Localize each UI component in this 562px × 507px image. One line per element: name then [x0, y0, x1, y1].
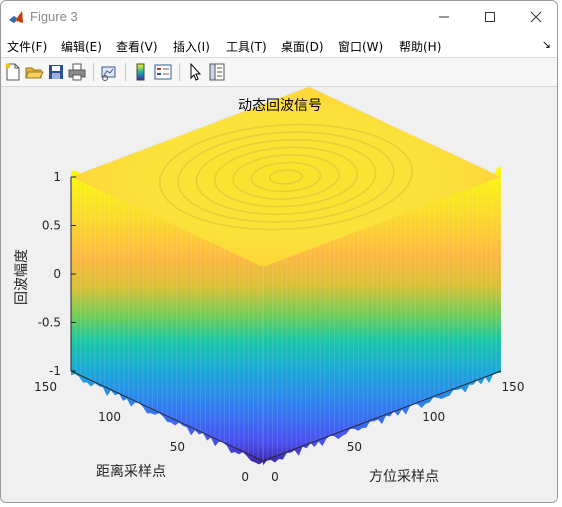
close-button[interactable]: [513, 1, 557, 33]
legend-icon[interactable]: [153, 62, 173, 82]
toolbar: [1, 57, 557, 87]
x-tick-label: 50: [347, 440, 362, 454]
z-tick-label: -1: [49, 364, 61, 378]
z-tick-label: 0.5: [42, 219, 61, 233]
menu-file[interactable]: 文件(F): [7, 38, 47, 55]
maximize-icon: [485, 12, 495, 22]
chart-title: 动态回波信号: [238, 98, 322, 114]
matlab-logo-icon: [8, 9, 24, 25]
link-plot-icon[interactable]: [99, 62, 119, 82]
y-tick-label: 100: [98, 410, 121, 424]
toolbar-separator: [93, 63, 94, 81]
menu-help[interactable]: 帮助(H): [399, 38, 441, 55]
dock-arrow-icon[interactable]: ↘: [542, 38, 551, 51]
save-icon[interactable]: [46, 62, 66, 82]
toolbar-separator: [125, 63, 126, 81]
open-file-icon[interactable]: [24, 62, 44, 82]
title-bar[interactable]: Figure 3: [1, 1, 557, 33]
close-icon: [530, 11, 542, 23]
figure-canvas[interactable]: -1 -0.5 0 0.5 1 0 50 100 150 0 50 100 150 动态回波信号方位采样点…: [1, 86, 558, 503]
figure-window: Figure 3 文件(F) 编辑(E) 查看(V) 插入(I) 工具(T) 桌…: [0, 0, 558, 503]
menu-tools[interactable]: 工具(T): [226, 38, 267, 55]
maximize-button[interactable]: [467, 1, 513, 33]
y-tick-label: 0: [241, 470, 249, 484]
surface-plot[interactable]: -1 -0.5 0 0.5 1 0 50 100 150 0 50 100 150 动态回波信号方位采样点…: [1, 86, 558, 503]
z-tick-label: 1: [53, 170, 61, 184]
window-title: Figure 3: [30, 9, 78, 24]
menu-view[interactable]: 查看(V): [116, 38, 158, 55]
menu-desktop[interactable]: 桌面(D): [281, 38, 324, 55]
y-tick-label: 50: [170, 440, 185, 454]
menu-bar: 文件(F) 编辑(E) 查看(V) 插入(I) 工具(T) 桌面(D) 窗口(W…: [1, 33, 557, 57]
print-icon[interactable]: [67, 62, 87, 82]
z-tick-label: 0: [53, 267, 61, 281]
z-axis-label: 回波幅度: [14, 249, 30, 305]
select-pointer-icon[interactable]: [185, 62, 205, 82]
toolbar-separator: [179, 63, 180, 81]
menu-window[interactable]: 窗口(W): [338, 38, 383, 55]
property-editor-icon[interactable]: [207, 62, 227, 82]
menu-insert[interactable]: 插入(I): [173, 38, 210, 55]
minimize-icon: [439, 16, 449, 18]
new-figure-icon[interactable]: [3, 62, 23, 82]
menu-edit[interactable]: 编辑(E): [61, 38, 102, 55]
z-tick-label: -0.5: [38, 316, 61, 330]
y-tick-label: 150: [34, 380, 57, 394]
y-axis-label: 距离采样点: [96, 463, 166, 480]
x-tick-label: 150: [502, 380, 525, 394]
x-tick-label: 0: [271, 470, 279, 484]
x-tick-label: 100: [422, 410, 445, 424]
minimize-button[interactable]: [421, 1, 467, 33]
x-axis-label: 方位采样点: [369, 469, 439, 485]
colorbar-icon[interactable]: [131, 62, 151, 82]
